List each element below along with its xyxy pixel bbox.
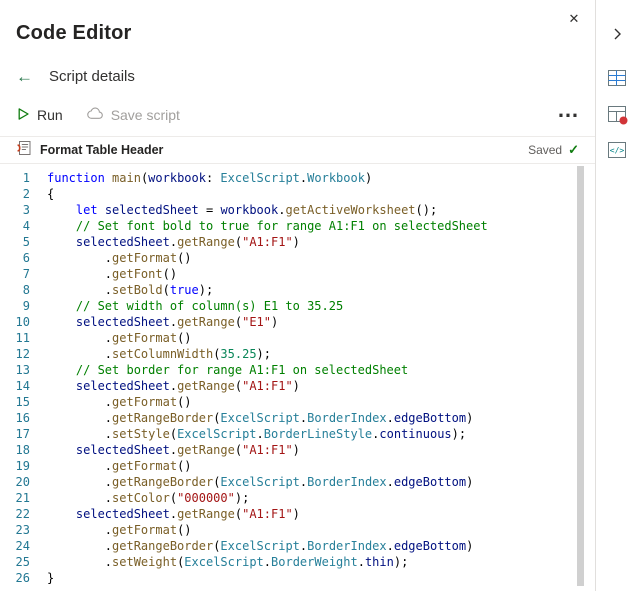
line-number: 19 — [15, 459, 30, 473]
code-line[interactable]: 10 selectedSheet.getRange("E1") — [0, 314, 595, 330]
script-details-label[interactable]: Script details — [49, 68, 135, 85]
more-options-icon[interactable]: … — [557, 99, 579, 125]
line-number: 6 — [22, 251, 30, 265]
code-line[interactable]: 8 .setBold(true); — [0, 282, 595, 298]
line-number: 22 — [15, 507, 30, 521]
code-editor[interactable]: 1 function main(workbook: ExcelScript.Wor… — [0, 164, 595, 591]
code-line[interactable]: 24 .getRangeBorder(ExcelScript.BorderInd… — [0, 538, 595, 554]
script-header-row: Format Table Header Saved ✓ — [0, 137, 595, 164]
scrollbar-thumb[interactable] — [577, 166, 584, 586]
code-line[interactable]: 22 selectedSheet.getRange("A1:F1") — [0, 506, 595, 522]
code-editor-panel: Code Editor ✕ ← Script details Run Save … — [0, 0, 638, 591]
page-title: Code Editor — [16, 22, 132, 44]
line-number: 9 — [22, 299, 30, 313]
code-line[interactable]: 16 .getRangeBorder(ExcelScript.BorderInd… — [0, 410, 595, 426]
editor-toolbar: Run Save script … — [0, 94, 595, 137]
line-number: 24 — [15, 539, 30, 553]
vertical-scrollbar[interactable] — [577, 166, 584, 586]
line-number: 25 — [15, 555, 30, 569]
code-line[interactable]: 4 // Set font bold to true for range A1:… — [0, 218, 595, 234]
code-line[interactable]: 6 .getFormat() — [0, 250, 595, 266]
code-line[interactable]: 3 let selectedSheet = workbook.getActive… — [0, 202, 595, 218]
line-number: 18 — [15, 443, 30, 457]
code-line[interactable]: 13 // Set border for range A1:F1 on sele… — [0, 362, 595, 378]
line-number: 3 — [22, 203, 30, 217]
code-lines: 1 function main(workbook: ExcelScript.Wor… — [0, 170, 595, 586]
line-number: 8 — [22, 283, 30, 297]
play-icon — [16, 107, 30, 124]
line-number: 15 — [15, 395, 30, 409]
code-line[interactable]: 9 // Set width of column(s) E1 to 35.25 — [0, 298, 595, 314]
line-number: 20 — [15, 475, 30, 489]
code-line[interactable]: 12 .setColumnWidth(35.25); — [0, 346, 595, 362]
code-line[interactable]: 25 .setWeight(ExcelScript.BorderWeight.t… — [0, 554, 595, 570]
code-line[interactable]: 19 .getFormat() — [0, 458, 595, 474]
line-number: 2 — [22, 187, 30, 201]
save-script-label: Save script — [110, 107, 180, 123]
code-line[interactable]: 2{ — [0, 186, 595, 202]
code-line[interactable]: 5 selectedSheet.getRange("A1:F1") — [0, 234, 595, 250]
code-editor-pane-icon[interactable]: </> — [603, 136, 631, 164]
close-icon[interactable]: ✕ — [563, 8, 585, 30]
code-line[interactable]: 11 .getFormat() — [0, 330, 595, 346]
cloud-icon — [86, 107, 104, 123]
office-script-icon — [16, 140, 32, 161]
code-line[interactable]: 23 .getFormat() — [0, 522, 595, 538]
collapse-pane-chevron-icon[interactable] — [610, 26, 624, 42]
script-name: Format Table Header — [40, 143, 164, 157]
save-status-text: Saved — [528, 143, 563, 157]
save-status: Saved ✓ — [528, 142, 579, 158]
run-button-label: Run — [37, 107, 63, 123]
table-alert-pane-icon[interactable] — [603, 100, 631, 128]
script-details-row: ← Script details — [0, 58, 595, 94]
check-icon: ✓ — [568, 142, 579, 157]
line-number: 4 — [22, 219, 30, 233]
line-number: 11 — [15, 331, 30, 345]
code-line[interactable]: 18 selectedSheet.getRange("A1:F1") — [0, 442, 595, 458]
code-line[interactable]: 21 .setColor("000000"); — [0, 490, 595, 506]
main-panel: Code Editor ✕ ← Script details Run Save … — [0, 0, 595, 591]
code-line[interactable]: 15 .getFormat() — [0, 394, 595, 410]
code-line[interactable]: 20 .getRangeBorder(ExcelScript.BorderInd… — [0, 474, 595, 490]
line-number: 13 — [15, 363, 30, 377]
code-line[interactable]: 17 .setStyle(ExcelScript.BorderLineStyle… — [0, 426, 595, 442]
line-number: 17 — [15, 427, 30, 441]
line-number: 14 — [15, 379, 30, 393]
back-arrow-icon[interactable]: ← — [16, 68, 33, 85]
save-script-button[interactable]: Save script — [86, 107, 180, 123]
line-number: 16 — [15, 411, 30, 425]
line-number: 5 — [22, 235, 30, 249]
svg-text:</>: </> — [610, 146, 625, 155]
right-rail: </> — [595, 0, 638, 591]
code-line[interactable]: 7 .getFont() — [0, 266, 595, 282]
line-number: 10 — [15, 315, 30, 329]
run-button[interactable]: Run — [16, 107, 63, 124]
code-line[interactable]: 1 function main(workbook: ExcelScript.Wor… — [0, 170, 595, 186]
sheet-table-pane-icon[interactable] — [603, 64, 631, 92]
line-number: 26 — [15, 571, 30, 585]
line-number: 12 — [15, 347, 30, 361]
line-number: 7 — [22, 267, 30, 281]
line-number: 1 — [22, 171, 30, 185]
line-number: 21 — [15, 491, 30, 505]
code-line[interactable]: 26} — [0, 570, 595, 586]
title-bar: Code Editor ✕ — [0, 0, 595, 58]
line-number: 23 — [15, 523, 30, 537]
code-line[interactable]: 14 selectedSheet.getRange("A1:F1") — [0, 378, 595, 394]
